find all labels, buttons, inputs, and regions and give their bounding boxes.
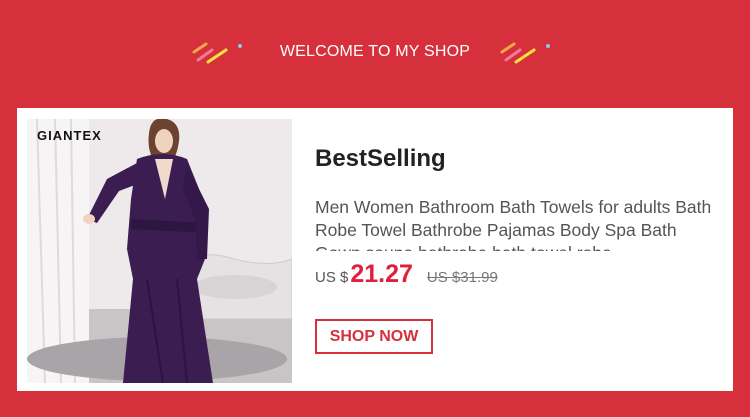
currency-label: US $	[315, 269, 349, 286]
brand-logo: GIANTEX	[37, 128, 102, 143]
bathrobe-photo	[27, 119, 292, 383]
price-row: US $21.27 US $31.99	[315, 260, 498, 289]
shop-now-button[interactable]: SHOP NOW	[315, 319, 433, 354]
product-description[interactable]: Men Women Bathroom Bath Towels for adult…	[315, 196, 723, 251]
sale-price: 21.27	[350, 260, 413, 288]
product-image[interactable]: GIANTEX	[27, 119, 292, 383]
section-title: BestSelling	[315, 145, 446, 172]
original-price: US $31.99	[426, 269, 498, 286]
welcome-title: WELCOME TO MY SHOP	[279, 43, 471, 60]
shop-banner-header: WELCOME TO MY SHOP	[0, 0, 750, 104]
product-card[interactable]: GIANTEX BestSelling Men Women Bathroom B…	[17, 108, 733, 391]
confetti-right-icon	[500, 42, 550, 64]
